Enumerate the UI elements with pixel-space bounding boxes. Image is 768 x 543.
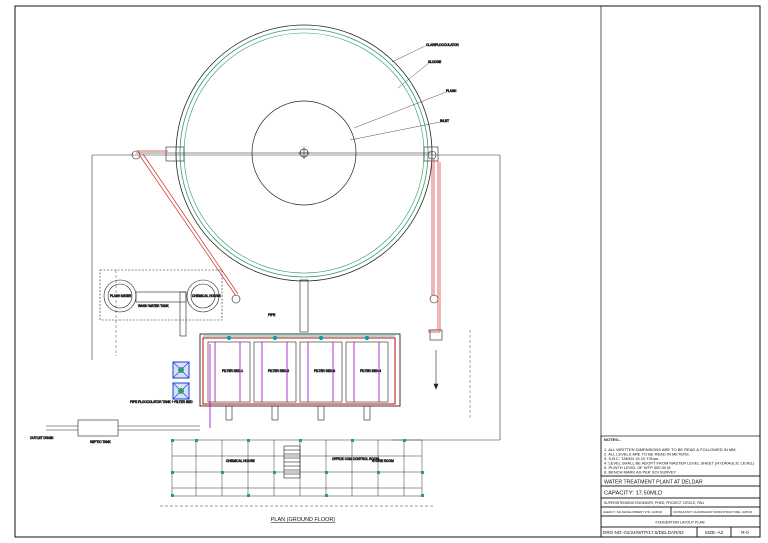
label-store-room: STORE ROOM [372,459,394,463]
drawing-sheet: CLARIFLOCCULATOR SLUDGE FLASH INLET FLAS… [14,5,761,538]
project-title: WATER TREATMENT PLANT AT DELDAR [604,480,703,486]
label-filter-4: FILTER BED-4 [360,369,381,373]
label-flash-mixer: FLASH MIXER [110,294,132,298]
label-septic: SEPTIC TANK [90,440,111,444]
label-wash-water: WASH WATER TANK [138,304,169,308]
label-filter-1: FILTER BED-1 [222,369,243,373]
flow-arrowhead [433,383,439,390]
stair [283,445,301,479]
label-clariflocculator: CLARIFLOCCULATOR [426,43,460,47]
note-6: 6. BENCH MARK AS PER SOI SURVEY [604,470,677,475]
left-chamber [165,146,185,162]
clarifier-outlet-duct [299,279,309,333]
agency: AGENCY: SAI DEVELOPMENT LTD. JAIPUR [603,510,662,514]
vertical-duct [179,291,187,337]
authority: SUPERINTENDING ENGINEER, PHED, PROJECT C… [604,501,704,505]
node-left-lower [231,294,241,304]
label-filter-2: FILTER BED-2 [268,369,289,373]
column-markers [171,439,424,497]
backwash-units [172,361,190,400]
consultant: CONSULTANT: CHOWDHARY INFRASTRUCTURE, JA… [673,510,752,514]
rev: R-0 [741,530,749,535]
plan-drawing: CLARIFLOCCULATOR SLUDGE FLASH INLET FLAS… [30,24,501,507]
size: SIZE- A2 [705,530,724,535]
label-inlet: INLET [440,119,449,123]
leader-3 [353,91,447,129]
capacity: CAPACITY: 17.50MLD [604,491,662,497]
connector-duct [135,291,187,303]
label-chemical-house: CHEMICAL HOUSE [226,459,255,463]
label-chemical-house-tank: CHEMICAL HOUSE [192,294,221,298]
label-pipe-top: PIPE [268,313,275,317]
notes-heading: NOTES:- [604,437,621,442]
filter-outlets [225,405,371,421]
label-sludge: SLUDGE [428,60,441,64]
node-right-lower [429,294,439,304]
plan-caption: PLAN (GROUND FLOOR) [271,517,336,523]
filter-magenta-lines [209,342,380,428]
red-pipes [136,150,441,333]
drawing-title: FOUNDATION LAYOUT PLAN [656,521,705,525]
label-pipe-flocculator: PIPE FLOCCULATOR TANK + FILTER BED [130,400,193,404]
label-flash: FLASH [446,89,457,93]
leader-2 [397,61,431,89]
outlet-drain-box [77,419,119,437]
leader-1 [391,45,426,63]
label-outlet-drain: OUTLET DRAIN [30,436,54,440]
leader-4 [349,121,441,141]
drg-no: DRG NO:-01/24/WTP/17.5/DELDAR/02 [603,530,684,535]
label-filter-3: FILTER BED-3 [314,369,335,373]
